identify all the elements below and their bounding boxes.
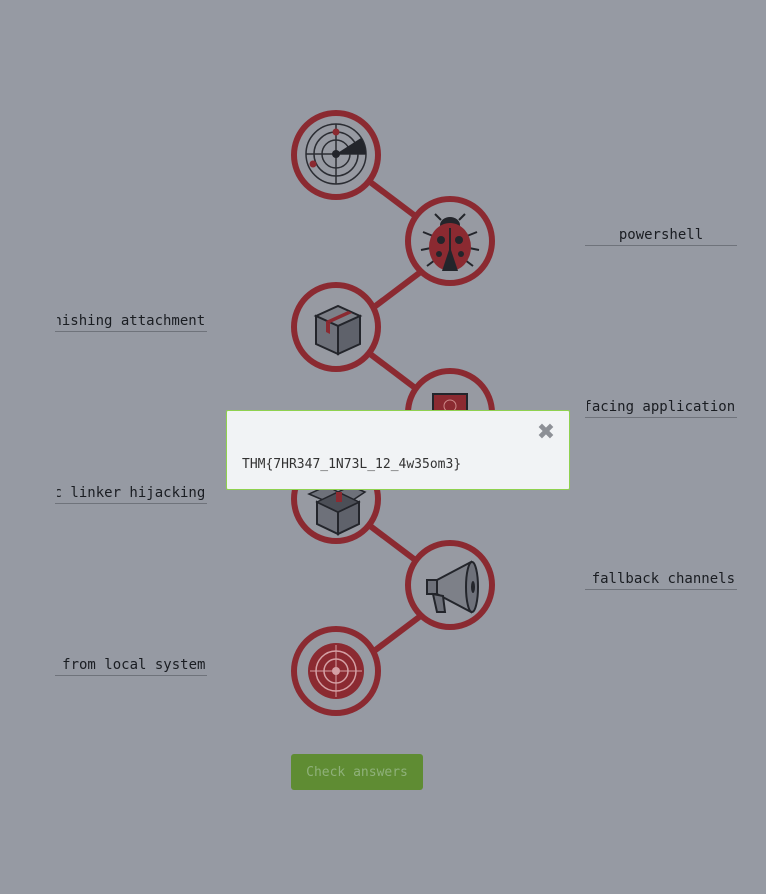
answer-input-right-1[interactable]: [585, 224, 737, 246]
threat-intel-scene: Check answers ✖ THM{7HR347_1N73L_12_4w35…: [0, 0, 766, 894]
box-node: [291, 282, 381, 372]
megaphone-node: [405, 540, 495, 630]
megaphone-icon: [426, 560, 479, 614]
check-answers-button[interactable]: Check answers: [291, 754, 423, 790]
radar-icon: [305, 123, 367, 185]
answer-input-right-3[interactable]: [585, 568, 737, 590]
answer-input-right-2[interactable]: [585, 396, 737, 418]
answer-input-left-2[interactable]: [55, 482, 207, 504]
close-icon[interactable]: ✖: [535, 422, 557, 444]
flag-text: THM{7HR347_1N73L_12_4w35om3}: [242, 457, 462, 472]
target-icon: [308, 643, 364, 699]
box-icon: [313, 304, 363, 356]
ladybug-icon: [420, 213, 480, 271]
answer-input-left-3[interactable]: [55, 654, 207, 676]
radar-node: [291, 110, 381, 200]
target-node: [291, 626, 381, 716]
flag-modal: ✖ THM{7HR347_1N73L_12_4w35om3}: [226, 410, 570, 490]
answer-input-left-1[interactable]: [55, 310, 207, 332]
ladybug-node: [405, 196, 495, 286]
